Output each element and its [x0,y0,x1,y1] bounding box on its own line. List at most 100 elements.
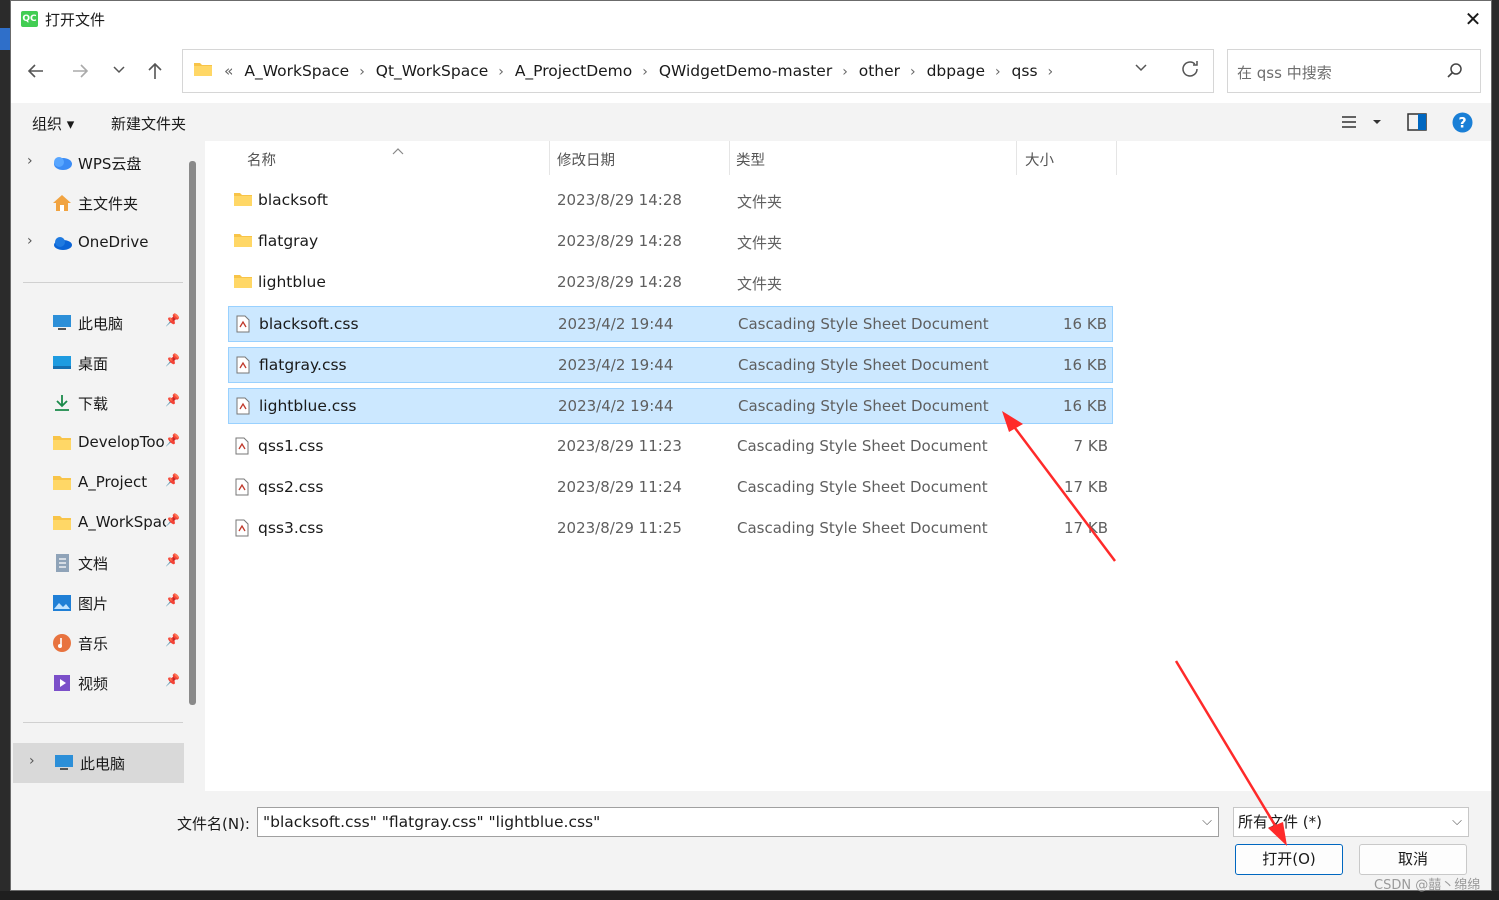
breadcrumb-separator-icon[interactable]: › [842,64,848,80]
filename-input[interactable]: "blacksoft.css" "flatgray.css" "lightblu… [257,807,1219,837]
column-header-date[interactable]: 修改日期 [557,149,615,177]
column-divider[interactable] [729,141,730,175]
file-row-selected[interactable]: lightblue.css 2023/4/2 19:44 Cascading S… [228,388,1113,424]
expand-chevron-icon[interactable]: › [27,233,33,249]
pin-icon[interactable]: 📌 [165,553,180,567]
pin-icon[interactable]: 📌 [165,433,180,447]
column-divider[interactable] [549,141,550,175]
expand-chevron-icon[interactable]: › [29,753,35,769]
download-icon [51,393,73,413]
pin-icon[interactable]: 📌 [165,313,180,327]
folder-icon [51,473,73,493]
file-row[interactable]: qss2.css 2023/8/29 11:24 Cascading Style… [228,470,1113,506]
help-icon[interactable]: ? [1452,112,1473,137]
breadcrumb-qt-workspace[interactable]: Qt_WorkSpace [376,62,489,80]
preview-pane-icon[interactable] [1407,113,1427,135]
folder-icon [234,191,252,209]
sidebar-item-this-pc-pinned[interactable]: 此电脑 📌 [11,305,185,341]
sidebar-item-this-pc[interactable]: › 此电脑 [13,743,184,783]
recent-locations-chevron-icon[interactable] [105,57,133,85]
sidebar-item-pictures[interactable]: 图片 📌 [11,585,185,621]
open-button[interactable]: 打开(O) [1235,844,1343,875]
breadcrumb-separator-icon[interactable]: › [1048,64,1054,80]
pin-icon[interactable]: 📌 [165,473,180,487]
breadcrumb-separator-icon[interactable]: › [910,64,916,80]
breadcrumb-separator-icon[interactable]: › [498,64,504,80]
sort-ascending-icon[interactable] [392,141,404,159]
file-row[interactable]: qss1.css 2023/8/29 11:23 Cascading Style… [228,429,1113,465]
file-type: Cascading Style Sheet Document [737,478,988,496]
css-file-icon [235,315,253,333]
search-icon[interactable] [1446,62,1464,84]
pin-icon[interactable]: 📌 [165,633,180,647]
sidebar-item-desktop[interactable]: 桌面 📌 [11,345,185,381]
refresh-icon[interactable] [1179,58,1201,85]
sidebar-item-wps-cloud[interactable]: › WPS云盘 [11,145,185,181]
breadcrumb-separator-icon[interactable]: › [995,64,1001,80]
file-name: blacksoft [258,191,328,209]
cancel-button[interactable]: 取消 [1359,844,1467,875]
expand-chevron-icon[interactable]: › [27,153,33,169]
back-arrow-icon[interactable] [22,57,50,85]
view-options-icon[interactable] [1341,113,1387,135]
column-header-size[interactable]: 大小 [1025,149,1054,177]
breadcrumb-a-workspace[interactable]: A_WorkSpace [244,62,349,80]
address-bar[interactable]: « A_WorkSpace › Qt_WorkSpace › A_ProjectDe… [182,49,1214,93]
file-type-select[interactable]: 所有文件 (*) ⌵ [1233,807,1469,837]
up-arrow-icon[interactable] [141,57,169,85]
file-row[interactable]: qss3.css 2023/8/29 11:25 Cascading Style… [228,511,1113,547]
pin-icon[interactable]: 📌 [165,593,180,607]
close-icon[interactable]: ✕ [1458,5,1488,33]
file-date: 2023/8/29 11:25 [557,519,682,537]
sidebar-item-home[interactable]: 主文件夹 [11,185,185,221]
column-divider[interactable] [1016,141,1017,175]
breadcrumb-overflow[interactable]: « [224,62,233,80]
sidebar-item-a-project[interactable]: A_Project 📌 [11,465,185,501]
breadcrumb-dbpage[interactable]: dbpage [927,62,985,80]
breadcrumb-other[interactable]: other [859,62,900,80]
dialog-footer: 文件名(N): "blacksoft.css" "flatgray.css" "… [11,791,1491,890]
sidebar-item-a-workspace[interactable]: A_WorkSpace 📌 [11,505,185,541]
address-history-chevron-icon[interactable] [1133,59,1149,79]
sidebar-item-videos[interactable]: 视频 📌 [11,665,185,701]
file-type-chevron-icon[interactable]: ⌵ [1452,808,1462,836]
column-header-name[interactable]: 名称 [247,149,276,177]
column-divider[interactable] [1116,141,1117,175]
left-window-edge [0,0,10,900]
breadcrumb-qwidgetdemo-master[interactable]: QWidgetDemo-master [659,62,832,80]
pin-icon[interactable]: 📌 [165,513,180,527]
file-row[interactable]: blacksoft 2023/8/29 14:28 文件夹 [228,183,1113,219]
forward-arrow-icon[interactable] [66,57,94,85]
sidebar-item-label: OneDrive [78,233,149,251]
file-type: Cascading Style Sheet Document [738,315,989,333]
pin-icon[interactable]: 📌 [165,673,180,687]
search-box[interactable]: 在 qss 中搜索 [1227,49,1481,93]
sidebar-item-developtool[interactable]: DevelopTool 📌 [11,425,185,461]
filename-history-chevron-icon[interactable]: ⌵ [1202,808,1212,836]
sidebar-item-documents[interactable]: 文档 📌 [11,545,185,581]
breadcrumb-qss[interactable]: qss [1012,62,1038,80]
file-row[interactable]: lightblue 2023/8/29 14:28 文件夹 [228,265,1113,301]
file-row-selected[interactable]: flatgray.css 2023/4/2 19:44 Cascading St… [228,347,1113,383]
navigation-pane-scrollbar[interactable] [189,161,196,705]
column-header-type[interactable]: 类型 [736,149,765,177]
organize-menu-button[interactable]: 组织 ▾ [32,113,74,134]
file-name: blacksoft.css [259,315,359,333]
pin-icon[interactable]: 📌 [165,393,180,407]
new-folder-button[interactable]: 新建文件夹 [111,113,186,134]
file-date: 2023/8/29 14:28 [557,191,682,209]
sidebar-item-onedrive[interactable]: › OneDrive [11,225,185,261]
file-row[interactable]: flatgray 2023/8/29 14:28 文件夹 [228,224,1113,260]
breadcrumb-separator-icon[interactable]: › [359,64,365,80]
computer-icon [53,753,75,773]
breadcrumb-separator-icon[interactable]: › [642,64,648,80]
breadcrumb-a-projectdemo[interactable]: A_ProjectDemo [515,62,632,80]
file-row-selected[interactable]: blacksoft.css 2023/4/2 19:44 Cascading S… [228,306,1113,342]
sidebar-divider [23,282,183,283]
file-type-value: 所有文件 (*) [1238,813,1322,831]
sidebar-item-label: 文档 [78,555,109,573]
sidebar-item-music[interactable]: 音乐 📌 [11,625,185,661]
sidebar-item-downloads[interactable]: 下载 📌 [11,385,185,421]
svg-text:?: ? [1458,116,1466,132]
pin-icon[interactable]: 📌 [165,353,180,367]
